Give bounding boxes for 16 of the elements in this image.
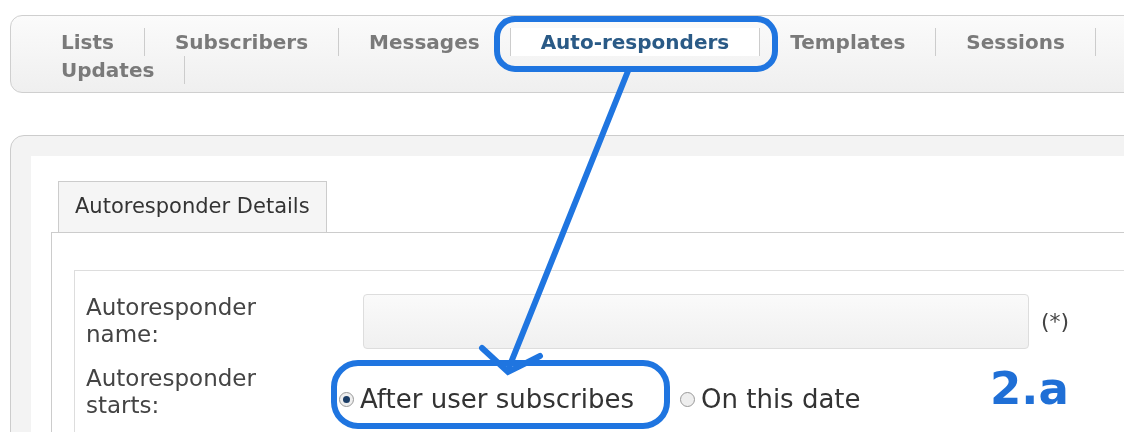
nav-tab[interactable]: Auto-responders <box>510 28 761 56</box>
name-input-field[interactable] <box>363 293 1029 349</box>
required-mark: (*) <box>1041 308 1070 334</box>
nav-tab[interactable]: Sessions <box>936 28 1096 56</box>
nav-tab[interactable]: Lists <box>31 28 145 56</box>
panel-tab[interactable]: Autoresponder Details <box>58 181 327 232</box>
field-label: Autoresponder starts: <box>86 365 257 419</box>
radio-label[interactable]: On this date <box>701 384 861 414</box>
nav-tab[interactable]: Updates <box>31 56 186 84</box>
radio-label[interactable]: After user subscribes <box>360 384 634 414</box>
nav-tab[interactable]: Messages <box>339 28 511 56</box>
nav-tab[interactable]: Templates <box>760 28 937 56</box>
field-label: Autoresponder name: <box>86 294 257 348</box>
radio-button[interactable] <box>339 391 354 407</box>
nav-tab[interactable]: Subscribers <box>144 28 340 56</box>
radio-button[interactable] <box>680 391 695 407</box>
